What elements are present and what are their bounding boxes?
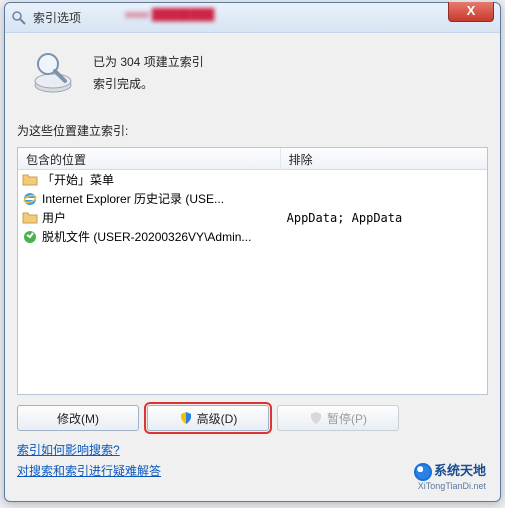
folder-icon bbox=[22, 210, 38, 226]
advanced-button[interactable]: 高级(D) bbox=[147, 405, 269, 431]
drive-search-icon bbox=[29, 47, 77, 100]
indexing-icon bbox=[11, 10, 27, 26]
list-body: 「开始」菜单 Internet Explorer 历史记录 (USE... 用户 bbox=[18, 170, 487, 394]
list-item[interactable]: 用户 AppData; AppData bbox=[18, 208, 487, 227]
status-banner: 已为 304 项建立索引 索引完成。 bbox=[17, 43, 488, 116]
brand-icon bbox=[414, 463, 432, 481]
list-item[interactable]: 「开始」菜单 bbox=[18, 170, 487, 189]
list-item[interactable]: 脱机文件 (USER-20200326VY\Admin... bbox=[18, 227, 487, 246]
ie-icon bbox=[22, 191, 38, 207]
index-complete-line: 索引完成。 bbox=[93, 74, 204, 96]
item-label: 「开始」菜单 bbox=[42, 171, 114, 188]
button-row: 修改(M) 高级(D) 暂停(P) bbox=[17, 405, 488, 431]
shield-icon bbox=[309, 411, 323, 425]
item-exclude: AppData; AppData bbox=[281, 211, 487, 225]
window-title: 索引选项 bbox=[33, 9, 494, 26]
pause-button: 暂停(P) bbox=[277, 405, 399, 431]
help-link-troubleshoot[interactable]: 对搜索和索引进行疑难解答 bbox=[17, 462, 161, 479]
watermark: 系统天地 XiTongTianDi.net bbox=[414, 460, 486, 491]
item-label: 脱机文件 (USER-20200326VY\Admin... bbox=[42, 228, 251, 245]
modify-button[interactable]: 修改(M) bbox=[17, 405, 139, 431]
shield-icon bbox=[179, 411, 193, 425]
folder-icon bbox=[22, 172, 38, 188]
titlebar[interactable]: 索引选项 www ████████ X bbox=[5, 3, 500, 33]
locations-label: 为这些位置建立索引: bbox=[17, 122, 488, 139]
content-area: 已为 304 项建立索引 索引完成。 为这些位置建立索引: 包含的位置 排除 「… bbox=[5, 33, 500, 501]
index-count-line: 已为 304 项建立索引 bbox=[93, 52, 204, 74]
item-label: 用户 bbox=[42, 209, 66, 226]
help-link-search[interactable]: 索引如何影响搜索? bbox=[17, 441, 120, 458]
list-header[interactable]: 包含的位置 排除 bbox=[18, 148, 487, 170]
col-excluded[interactable]: 排除 bbox=[281, 148, 487, 169]
blurred-text: www ████████ bbox=[125, 9, 214, 21]
item-label: Internet Explorer 历史记录 (USE... bbox=[42, 190, 224, 207]
offline-icon bbox=[22, 229, 38, 245]
col-included[interactable]: 包含的位置 bbox=[18, 148, 281, 169]
indexing-options-window: 索引选项 www ████████ X 已为 304 项建立索引 索引完成。 为… bbox=[4, 2, 501, 502]
locations-list[interactable]: 包含的位置 排除 「开始」菜单 Internet Explorer 历史记录 (… bbox=[17, 147, 488, 395]
status-text: 已为 304 项建立索引 索引完成。 bbox=[93, 52, 204, 95]
close-button[interactable]: X bbox=[448, 2, 494, 22]
list-item[interactable]: Internet Explorer 历史记录 (USE... bbox=[18, 189, 487, 208]
